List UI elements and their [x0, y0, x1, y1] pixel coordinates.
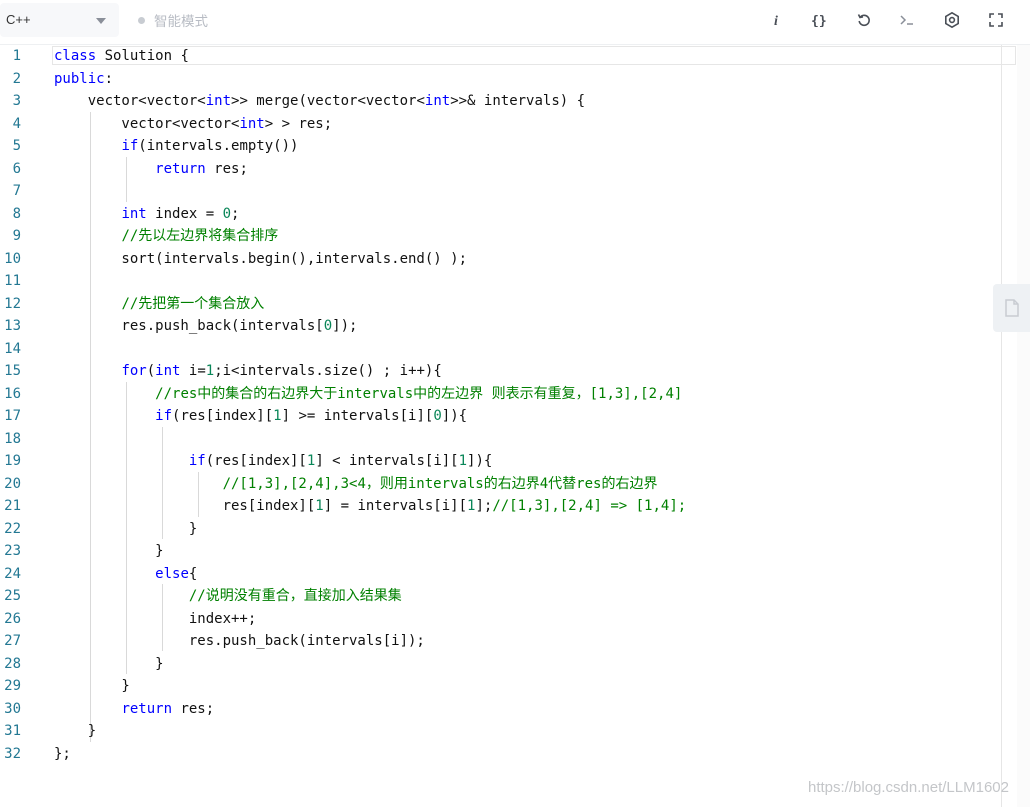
code-line[interactable]: //说明没有重合，直接加入结果集 [54, 585, 402, 608]
line-number: 11 [4, 273, 21, 289]
fullscreen-icon[interactable] [984, 8, 1008, 32]
line-number: 3 [12, 93, 21, 109]
line-number: 16 [4, 385, 21, 402]
mode-status-dot-icon [138, 17, 145, 24]
watermark: https://blog.csdn.net/LLM1602 [808, 779, 1009, 796]
code-line[interactable]: //res中的集合的右边界大于intervals中的左边界 则表示有重复，[1,… [54, 383, 682, 406]
line-number: 21 [4, 498, 21, 514]
code-line[interactable]: sort(intervals.begin(),intervals.end() )… [54, 248, 467, 271]
code-line[interactable]: res[index][1] = intervals[i][1];//[1,3],… [54, 495, 687, 518]
console-icon[interactable] [895, 8, 919, 32]
code-line[interactable]: //先把第一个集合放入 [54, 293, 264, 316]
code-line[interactable]: index++; [54, 608, 256, 631]
document-icon [1004, 299, 1019, 317]
line-number: 23 [4, 543, 21, 559]
line-number: 26 [4, 610, 21, 627]
line-number: 22 [4, 520, 21, 537]
language-select[interactable]: C++ [0, 3, 119, 37]
line-number: 19 [4, 453, 21, 469]
code-line[interactable]: res.push_back(intervals[0]); [54, 315, 357, 338]
line-number: 13 [4, 318, 21, 334]
line-number: 30 [4, 700, 21, 717]
code-line[interactable]: } [54, 540, 163, 563]
side-panel-toggle[interactable] [993, 284, 1030, 332]
svg-text:{}: {} [811, 14, 827, 27]
line-number: 8 [12, 205, 21, 222]
line-number: 25 [4, 588, 21, 604]
info-icon[interactable]: i [765, 8, 789, 32]
line-number: 5 [12, 138, 21, 154]
line-number: 1 [12, 48, 21, 64]
line-number: 6 [12, 160, 21, 177]
editor-right-ruler [1001, 45, 1002, 807]
code-line[interactable]: if(res[index][1] >= intervals[i][0]){ [54, 405, 467, 428]
code-line[interactable]: } [54, 675, 129, 698]
line-number: 2 [12, 70, 21, 87]
smart-mode-toggle[interactable]: 智能模式 [138, 10, 208, 30]
code-line[interactable]: vector<vector<int> > res; [54, 113, 332, 136]
code-line[interactable]: for(int i=1;i<intervals.size() ; i++){ [54, 360, 441, 383]
line-number: 14 [4, 340, 21, 357]
code-line[interactable]: vector<vector<int>> merge(vector<vector<… [54, 90, 585, 113]
line-number: 20 [4, 475, 21, 492]
line-number: 9 [12, 228, 21, 244]
code-line[interactable]: } [54, 720, 96, 743]
current-line-highlight [52, 46, 1016, 65]
code-line[interactable]: public: [54, 68, 113, 91]
line-number: 10 [4, 250, 21, 267]
code-line[interactable]: } [54, 653, 163, 676]
line-number: 7 [12, 183, 21, 199]
vertical-scrollbar[interactable] [1017, 45, 1030, 807]
language-label: C++ [6, 12, 31, 27]
code-line[interactable]: else{ [54, 563, 197, 586]
code-line[interactable]: res.push_back(intervals[i]); [54, 630, 425, 653]
settings-icon[interactable] [940, 8, 964, 32]
code-line[interactable]: class Solution { [54, 45, 189, 68]
code-line[interactable]: //先以左边界将集合排序 [54, 225, 278, 248]
code-line[interactable]: //[1,3],[2,4],3<4，则用intervals的右边界4代替res的… [54, 473, 658, 496]
line-number: 27 [4, 633, 21, 649]
code-line[interactable]: int index = 0; [54, 203, 239, 226]
line-number: 29 [4, 678, 21, 694]
line-number: 17 [4, 408, 21, 424]
line-number: 15 [4, 363, 21, 379]
svg-text:i: i [774, 14, 778, 27]
line-number: 4 [12, 115, 21, 132]
line-number: 32 [4, 745, 21, 762]
code-line[interactable]: }; [54, 743, 71, 766]
line-number: 24 [4, 565, 21, 582]
reset-icon[interactable] [852, 8, 876, 32]
format-braces-icon[interactable]: {} [808, 8, 832, 32]
code-line[interactable]: return res; [54, 158, 248, 181]
code-line[interactable]: } [54, 518, 197, 541]
code-line[interactable]: return res; [54, 698, 214, 721]
editor-toolbar: C++ 智能模式 i {} [0, 0, 1030, 40]
line-number: 18 [4, 430, 21, 447]
code-line[interactable]: if(intervals.empty()) [54, 135, 298, 158]
line-number: 12 [4, 295, 21, 312]
smart-mode-label: 智能模式 [154, 14, 208, 30]
chevron-down-icon [96, 18, 106, 24]
code-line[interactable]: if(res[index][1] < intervals[i][1]){ [54, 450, 492, 473]
line-number: 31 [4, 723, 21, 739]
line-number: 28 [4, 655, 21, 672]
